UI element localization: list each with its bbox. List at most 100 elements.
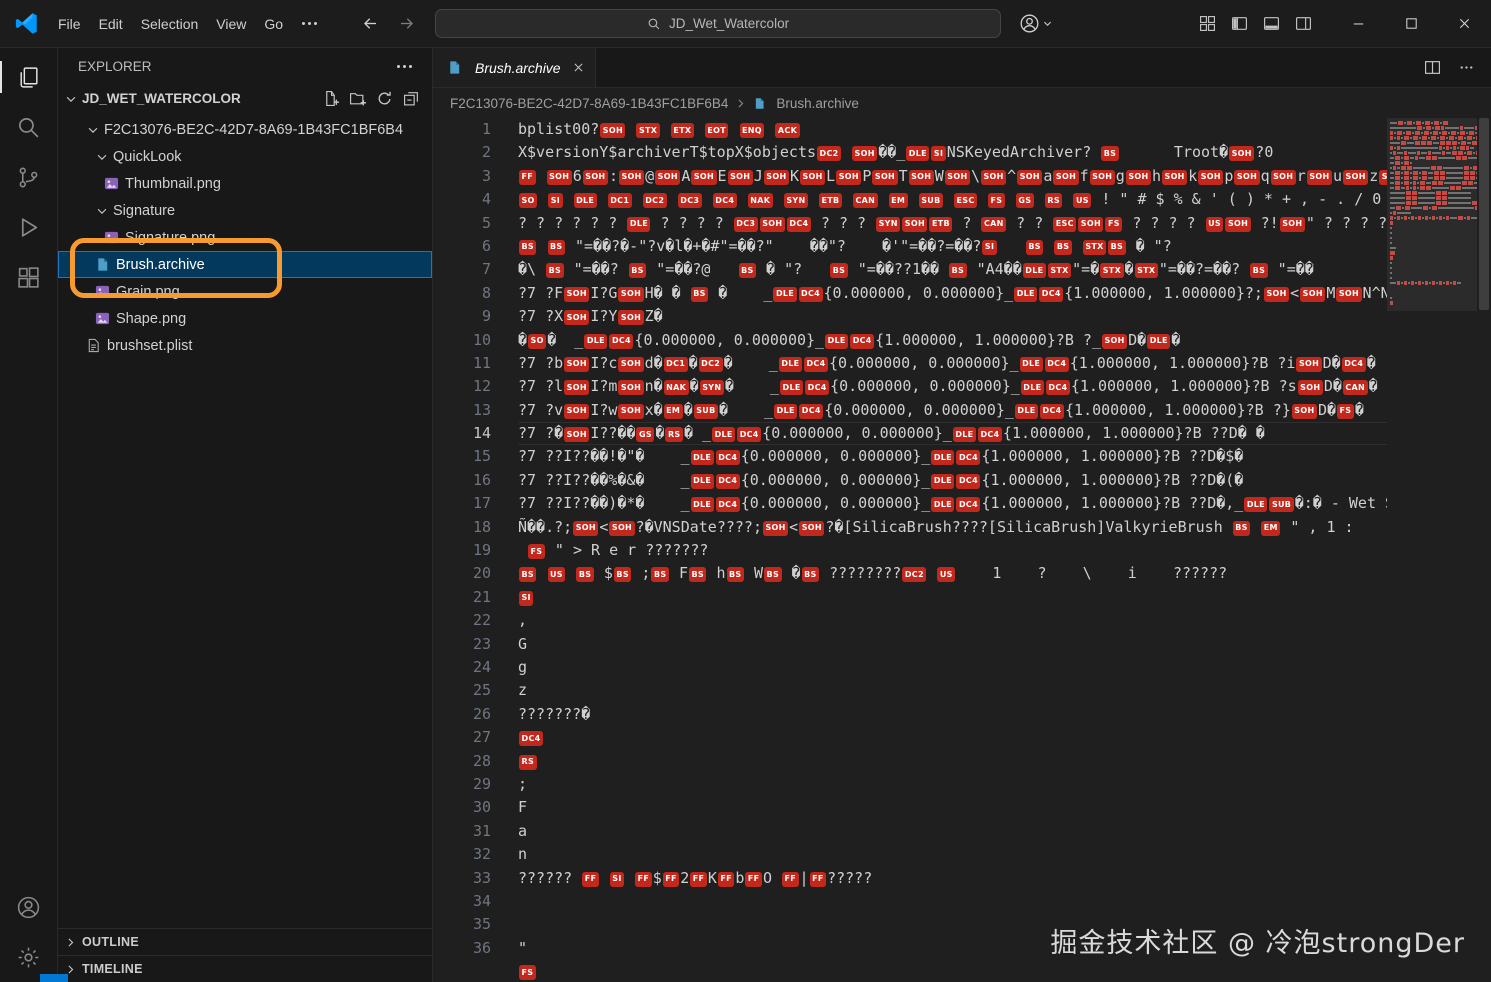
control-char-bs: BS [1054, 240, 1071, 255]
close-button[interactable] [1438, 0, 1491, 47]
tree-item-grain-png[interactable]: Grain.png [58, 278, 432, 305]
panel-bottom-icon[interactable] [1258, 11, 1284, 37]
code-text: @ [645, 167, 654, 185]
code-line-34 [518, 890, 1387, 913]
tab-brush-archive[interactable]: Brush.archive [433, 48, 596, 87]
code-text: " [518, 939, 527, 957]
code-text: u [1333, 167, 1342, 185]
sidebar-left-icon[interactable] [1226, 11, 1252, 37]
code-text: h [707, 564, 725, 582]
new-file-icon[interactable] [322, 90, 339, 107]
menu-edit[interactable]: Edit [90, 11, 132, 37]
code-text: "=��? [565, 260, 628, 278]
go-back-icon[interactable] [357, 11, 383, 37]
control-char-enq: ENQ [740, 123, 765, 138]
code-text [729, 120, 738, 138]
maximize-button[interactable] [1385, 0, 1438, 47]
collapse-all-icon[interactable] [403, 90, 420, 107]
code-text [998, 237, 1025, 255]
workspace-section-header[interactable]: JD_WET_WATERCOLOR [58, 85, 432, 112]
line-number: 7 [433, 258, 491, 281]
code-text: ? ? ? [812, 214, 875, 232]
panel-timeline[interactable]: TIMELINE [58, 955, 432, 982]
code-line-27: DC4 [518, 726, 1387, 749]
minimap-slider[interactable] [1387, 118, 1477, 311]
new-folder-icon[interactable] [349, 90, 366, 107]
tree-item-signature-png[interactable]: Signature.png [58, 224, 432, 251]
breadcrumb-item[interactable]: F2C13076-BE2C-42D7-8A69-1B43FC1BF6B4 [450, 96, 728, 111]
account-icon[interactable] [0, 882, 57, 932]
tree-item-quicklook[interactable]: QuickLook [58, 143, 432, 170]
control-char-esc: ESC [1053, 217, 1076, 232]
control-char-bs: BS [629, 263, 646, 278]
control-char-stx: STX [1135, 263, 1158, 278]
control-char-dc4: DC4 [978, 427, 1002, 442]
go-forward-icon[interactable] [393, 11, 419, 37]
control-char-soh: SOH [1298, 380, 1323, 395]
code-line-16: ?7 ??I??��%�&� _DLEDC4{0.000000, 0.00000… [518, 469, 1387, 492]
sidebar-right-icon[interactable] [1290, 11, 1316, 37]
code-text: {0.000000, 0.000000}_ [829, 354, 1019, 372]
source-control-icon[interactable] [0, 152, 57, 202]
code-text [1006, 190, 1015, 208]
code-text [842, 143, 851, 161]
control-char-soh: SOH [836, 170, 861, 185]
close-tab-icon[interactable] [572, 61, 585, 74]
layout-grid-icon[interactable] [1194, 11, 1220, 37]
refresh-icon[interactable] [376, 90, 393, 107]
scrollbar-thumb[interactable] [1479, 118, 1489, 310]
title-bar-right [1194, 0, 1491, 47]
code-text: � [689, 354, 698, 372]
code-content[interactable]: bplist00?SOH STX ETX EOT ENQ ACKX$versio… [518, 118, 1387, 982]
code-text: � "? [757, 260, 829, 278]
tree-item-shape-png[interactable]: Shape.png [58, 305, 432, 332]
menu-view[interactable]: View [207, 11, 255, 37]
control-char-ff: FF [635, 872, 652, 887]
code-text: � [655, 424, 664, 442]
command-center-search[interactable]: JD_Wet_Watercolor [435, 9, 1001, 38]
menu-file[interactable]: File [49, 11, 90, 37]
code-line-30: F [518, 796, 1387, 819]
control-char-dc4: DC4 [1040, 404, 1064, 419]
tree-item-thumbnail-png[interactable]: Thumbnail.png [58, 170, 432, 197]
menu-go[interactable]: Go [255, 11, 292, 37]
extensions-icon[interactable] [0, 252, 57, 302]
code-text: 2 [680, 869, 689, 887]
files-icon[interactable] [0, 52, 57, 102]
control-char-dle: DLE [780, 380, 803, 395]
code-text: � _ [684, 424, 711, 442]
control-char-bs: BS [830, 263, 847, 278]
tree-item-signature[interactable]: Signature [58, 197, 432, 224]
more-actions-icon[interactable] [1453, 55, 1479, 81]
split-editor-icon[interactable] [1419, 55, 1445, 81]
code-text: L [826, 167, 835, 185]
code-text: � _ [724, 354, 778, 372]
control-char-si: SI [519, 591, 533, 606]
command-center-text: JD_Wet_Watercolor [669, 16, 789, 31]
tree-item-f2c13076-be2c-42d7-8a69-1b43fc1bf6b4[interactable]: F2C13076-BE2C-42D7-8A69-1B43FC1BF6B4 [58, 116, 432, 143]
control-char-dc4: DC4 [716, 497, 740, 512]
menu-selection[interactable]: Selection [132, 11, 208, 37]
control-char-dle: DLE [953, 427, 976, 442]
code-text: $ [653, 869, 662, 887]
code-text: � [1355, 401, 1364, 419]
minimap[interactable] [1387, 118, 1477, 982]
run-debug-icon[interactable] [0, 202, 57, 252]
tree-item-brushset-plist[interactable]: brushset.plist [58, 332, 432, 359]
code-line-23: G [518, 633, 1387, 656]
vertical-scrollbar[interactable] [1477, 118, 1491, 982]
search-icon[interactable] [0, 102, 57, 152]
code-text: ? ? ? ? [651, 214, 732, 232]
tree-item-brush-archive[interactable]: Brush.archive [58, 251, 432, 278]
code-text [703, 190, 712, 208]
menu-overflow-icon[interactable] [292, 22, 327, 25]
code-line-15: ?7 ??I??��!�"� _DLEDC4{0.000000, 0.00000… [518, 445, 1387, 468]
breadcrumb-item[interactable]: Brush.archive [776, 96, 859, 111]
minimize-button[interactable] [1332, 0, 1385, 47]
profile-icon[interactable] [1019, 13, 1053, 34]
control-char-soh: SOH [1296, 357, 1321, 372]
control-char-dc4: DC4 [519, 731, 543, 746]
panel-outline[interactable]: OUTLINE [58, 928, 432, 955]
code-text: $ [595, 564, 613, 582]
explorer-more-actions-icon[interactable] [387, 65, 422, 68]
